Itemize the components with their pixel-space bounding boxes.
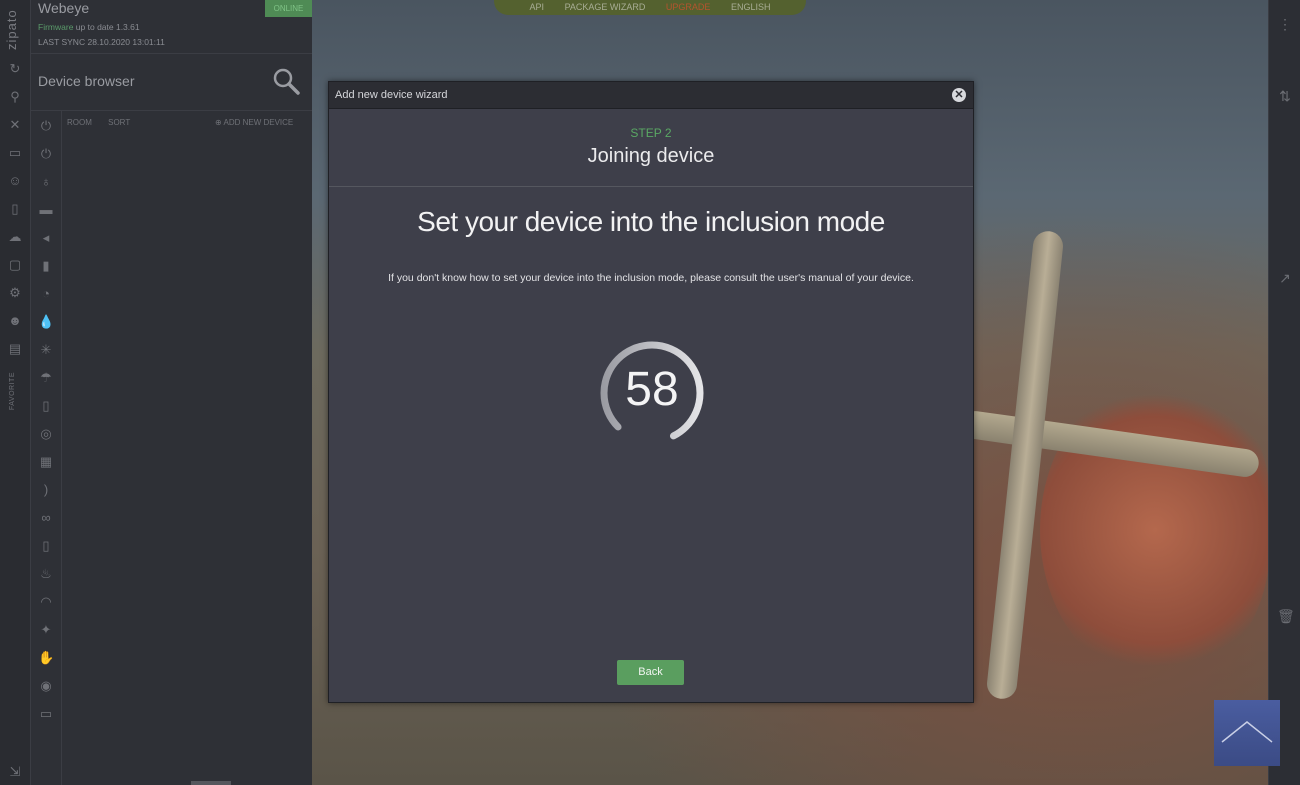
countdown-value: 58 [625, 363, 679, 416]
power-icon[interactable]: ⏻ [38, 118, 54, 134]
left-icon-bar: zipato ↻ ⚲ ✕ ▭ ☺ ▯ ☁ ▢ ⚙ ☻ ▤ FAVORITE ⇲ [0, 0, 31, 785]
add-device-wizard-modal: Add new device wizard ✕ STEP 2 Joining d… [328, 81, 974, 703]
motion-icon[interactable]: ✳ [38, 342, 54, 358]
trash-icon[interactable]: 🗑 [1277, 608, 1295, 624]
device-browser-header: Device browser [31, 54, 312, 111]
brand-logo: zipato [4, 9, 19, 50]
sort-room-button[interactable]: ROOM [67, 118, 92, 127]
nav-api[interactable]: API [530, 2, 545, 12]
modal-divider [329, 186, 973, 187]
fire-icon[interactable]: ♨ [38, 566, 54, 582]
search-icon[interactable] [271, 66, 301, 96]
device-browser-title: Device browser [38, 73, 135, 89]
weather-icon[interactable]: ☂ [38, 370, 54, 386]
last-sync-value: 28.10.2020 13:01:11 [87, 37, 165, 47]
gauge-icon[interactable]: ◔ [38, 286, 54, 302]
remote-icon[interactable]: ∞ [38, 510, 54, 526]
monitor-icon[interactable]: ▭ [38, 706, 54, 722]
bulb-icon[interactable]: ♁ [38, 174, 54, 190]
last-sync: LAST SYNC 28.10.2020 13:01:11 [38, 37, 165, 47]
calendar-icon[interactable]: ▤ [7, 341, 23, 357]
water-drop-icon[interactable]: 💧 [38, 314, 54, 330]
cloud-icon[interactable]: ☁ [7, 229, 23, 245]
add-new-device-button[interactable]: ⊕ ADD NEW DEVICE [215, 118, 293, 127]
phone-icon[interactable]: ▯ [7, 201, 23, 217]
modal-header: Add new device wizard ✕ [329, 82, 973, 109]
instruction-description: If you don't know how to set your device… [388, 272, 914, 284]
box-icon[interactable]: ▢ [7, 257, 23, 273]
power-icon[interactable]: ⏻ [38, 146, 54, 162]
nav-language[interactable]: ENGLISH [731, 2, 771, 12]
search-icon[interactable]: ⚲ [7, 89, 23, 105]
horizontal-scrollbar[interactable] [191, 781, 231, 785]
blinds-icon[interactable]: ▬ [38, 202, 54, 218]
left-panel: Webeye Firmware up to date 1.3.61 LAST S… [31, 0, 312, 785]
logout-icon[interactable]: ⇲ [7, 764, 23, 780]
sort-button[interactable]: SORT [108, 118, 130, 127]
scene-icon[interactable]: ▦ [38, 454, 54, 470]
device-toolbar: ROOM SORT [67, 118, 144, 127]
firmware-label: Firmware [38, 22, 74, 32]
people-icon[interactable]: ☻ [7, 313, 23, 329]
gateway-header: Webeye Firmware up to date 1.3.61 LAST S… [31, 0, 312, 54]
close-icon[interactable]: ✕ [952, 88, 966, 102]
back-button[interactable]: Back [617, 660, 684, 685]
top-nav: API PACKAGE WIZARD UPGRADE ENGLISH [494, 0, 806, 15]
favorite-label: FAVORITE [9, 372, 16, 411]
sort-icon[interactable]: ⇅ [1277, 88, 1293, 104]
settings-icon[interactable]: ⋮ [1277, 16, 1293, 32]
sound-icon[interactable]: ) [38, 482, 54, 498]
door-icon[interactable]: ▯ [38, 398, 54, 414]
speaker-icon[interactable]: ◂ [38, 230, 54, 246]
plus-icon: ⊕ [215, 118, 222, 127]
scroll-to-top-button[interactable] [1214, 700, 1280, 766]
nav-package-wizard[interactable]: PACKAGE WIZARD [565, 2, 646, 12]
gateway-name: Webeye [38, 0, 90, 16]
nav-upgrade[interactable]: UPGRADE [666, 2, 711, 12]
modal-title: Add new device wizard [335, 89, 448, 101]
instruction-title: Set your device into the inclusion mode [417, 206, 885, 237]
tablet-icon[interactable]: ▯ [38, 538, 54, 554]
sensor-icon[interactable]: ✦ [38, 622, 54, 638]
tools-icon[interactable]: ✕ [7, 117, 23, 133]
hand-icon[interactable]: ✋ [38, 650, 54, 666]
gear-icon[interactable]: ⚙ [7, 285, 23, 301]
target-icon[interactable]: ◉ [38, 678, 54, 694]
network-icon[interactable]: ◠ [38, 594, 54, 610]
step-label: STEP 2 [630, 126, 672, 140]
firmware-text: up to date 1.3.61 [75, 22, 140, 32]
last-sync-label: LAST SYNC [38, 37, 86, 47]
users-icon[interactable]: ☺ [7, 173, 23, 189]
folder-icon[interactable]: ▭ [7, 145, 23, 161]
add-new-device-label: ADD NEW DEVICE [223, 118, 294, 127]
right-sidebar: ⋮ ⇅ ↗ 🗑 [1268, 0, 1300, 785]
thermometer-icon[interactable]: ▮ [38, 258, 54, 274]
external-link-icon[interactable]: ↗ [1277, 270, 1293, 286]
refresh-icon[interactable]: ↻ [7, 61, 23, 77]
device-type-icons: ⏻ ⏻ ♁ ▬ ◂ ▮ ◔ 💧 ✳ ☂ ▯ ◎ ▦ ) ∞ ▯ ♨ ◠ ✦ ✋ … [31, 110, 62, 785]
step-title: Joining device [587, 145, 715, 167]
camera-icon[interactable]: ◎ [38, 426, 54, 442]
status-badge: ONLINE [265, 0, 312, 17]
firmware-status: Firmware up to date 1.3.61 [38, 22, 140, 32]
